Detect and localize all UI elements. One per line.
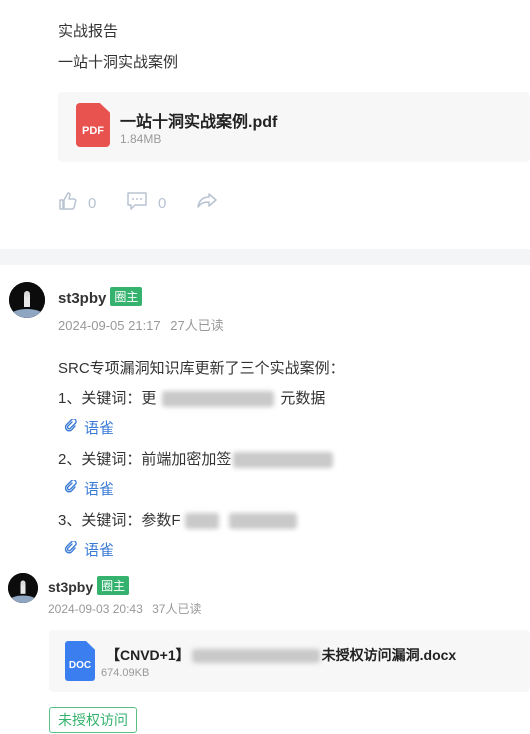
case-item: 2、关键词：前端加密加签 [58,448,334,469]
link-label: 语雀 [84,420,115,437]
thumbs-up-icon [58,191,78,215]
yuque-link[interactable]: 语雀 [64,478,114,499]
section-divider [0,249,530,265]
redacted-text [228,513,297,530]
case-item-text: 1、关键词：更 [58,390,157,407]
username[interactable]: st3pby [48,579,93,595]
link-icon [64,539,78,559]
author-row: st3pby 圈主 [48,576,130,595]
read-count: 27人已读 [170,318,224,333]
post-text-line: 实战报告 [58,23,119,40]
attachment-name: 【CNVD+1】 未授权访问漏洞.docx [106,645,456,665]
case-item-text: 3、关键词：参数F [58,512,181,529]
attachment-size: 1.84MB [120,132,162,146]
timestamp: 2024-09-05 21:17 [58,318,161,333]
attachment-name-part: 【CNVD+1】 [106,647,190,663]
owner-badge: 圈主 [97,576,130,595]
case-item: 3、关键词：参数F [58,509,297,530]
redacted-text [233,452,334,469]
like-count: 0 [88,194,97,212]
timestamp: 2024-09-03 20:43 [48,602,143,616]
doc-file-icon: DOC [65,641,95,681]
attachment-name: 一站十洞实战案例.pdf [120,114,278,131]
pdf-attachment-card[interactable]: PDF 一站十洞实战案例.pdf 1.84MB [58,92,530,162]
doc-attachment-card[interactable]: DOC 【CNVD+1】 未授权访问漏洞.docx 674.09KB [49,630,530,692]
post-text-line: 一站十洞实战案例 [58,54,179,71]
avatar[interactable] [8,573,38,603]
share-button[interactable] [196,191,218,215]
link-label: 语雀 [84,542,115,559]
post-intro: SRC专项漏洞知识库更新了三个实战案例： [58,360,345,377]
owner-badge: 圈主 [110,287,143,306]
comment-count: 0 [158,194,167,212]
case-item: 1、关键词：更 元数据 [58,387,325,408]
topic-tag[interactable]: 未授权访问 [49,707,137,733]
comment-button[interactable]: 0 [126,191,166,215]
like-button[interactable]: 0 [58,191,96,215]
redacted-text [184,513,219,530]
read-count: 37人已读 [152,602,202,616]
avatar[interactable] [9,282,45,318]
pdf-file-icon: PDF [76,103,110,147]
yuque-link[interactable]: 语雀 [64,417,114,438]
comment-icon [126,191,148,215]
redacted-text [191,649,320,664]
case-item-text: 元数据 [280,390,326,407]
case-item-text: 2、关键词：前端加密加签 [58,451,232,468]
link-label: 语雀 [84,481,115,498]
redacted-text [162,391,275,408]
yuque-link[interactable]: 语雀 [64,539,114,560]
username[interactable]: st3pby [58,290,106,307]
author-row: st3pby 圈主 [58,287,143,308]
share-icon [196,191,218,215]
link-icon [64,417,78,437]
link-icon [64,478,78,498]
post-meta: 2024-09-05 21:17 27人已读 [58,315,224,334]
attachment-name-part: 未授权访问漏洞.docx [321,647,457,663]
post-meta: 2024-09-03 20:43 37人已读 [48,600,201,617]
attachment-size: 674.09KB [101,667,150,679]
